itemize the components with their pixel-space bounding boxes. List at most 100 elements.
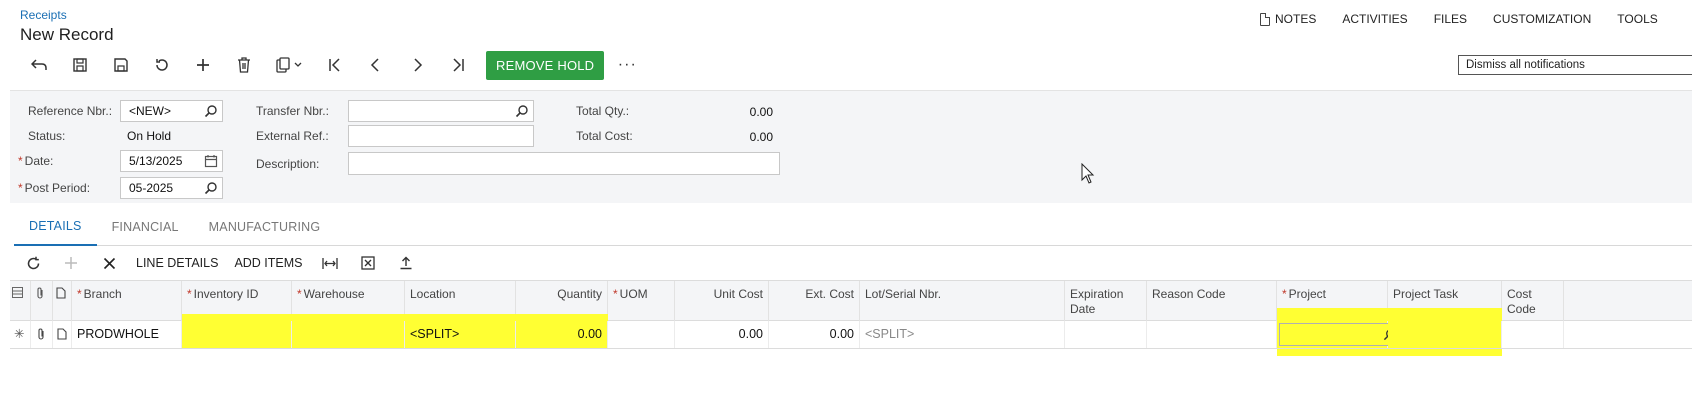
refresh-icon[interactable] <box>14 249 52 277</box>
required-mark: * <box>18 181 23 195</box>
grid-toolbar: LINE DETAILS ADD ITEMS <box>14 249 425 277</box>
description-label: Description: <box>256 157 320 171</box>
total-qty-label: Total Qty.: <box>576 104 630 118</box>
remove-hold-button[interactable]: REMOVE HOLD <box>486 50 605 80</box>
new-row-icon: ✳ <box>10 321 31 348</box>
copy-paste-icon[interactable] <box>264 50 314 80</box>
mouse-pointer-icon <box>1081 163 1095 184</box>
cell-inventory-id[interactable] <box>182 321 292 348</box>
reference-nbr-field[interactable]: <NEW> <box>120 100 223 122</box>
next-record-icon[interactable] <box>396 50 437 80</box>
cell-expiration-date[interactable] <box>1065 321 1147 348</box>
col-ext-cost[interactable]: Ext. Cost <box>769 281 860 321</box>
delete-icon[interactable] <box>223 50 264 80</box>
status-value: On Hold <box>127 129 172 143</box>
search-icon[interactable] <box>204 181 218 195</box>
required-mark: * <box>18 154 23 168</box>
cancel-icon[interactable] <box>141 50 182 80</box>
transfer-nbr-label: Transfer Nbr.: <box>256 104 329 118</box>
save-icon[interactable] <box>100 50 141 80</box>
note-header-icon <box>53 281 72 321</box>
cell-branch[interactable]: PRODWHOLE <box>72 321 182 348</box>
files-menu-item[interactable]: FILES <box>1434 12 1467 26</box>
last-record-icon[interactable] <box>437 50 478 80</box>
add-items-button[interactable]: ADD ITEMS <box>226 249 310 277</box>
summary-form: Reference Nbr.: <NEW> Status: On Hold * D… <box>10 90 1692 203</box>
add-row-icon[interactable] <box>52 249 90 277</box>
fit-columns-icon[interactable] <box>311 249 349 277</box>
detail-tabs: DETAILS FINANCIAL MANUFACTURING <box>14 208 1692 246</box>
cell-warehouse[interactable] <box>292 321 405 348</box>
search-icon[interactable] <box>204 104 218 118</box>
col-lot-serial-nbr[interactable]: Lot/Serial Nbr. <box>860 281 1065 321</box>
highlight-band <box>1277 349 1502 356</box>
more-actions-button[interactable]: ··· <box>614 50 640 80</box>
col-branch[interactable]: * Branch <box>72 281 182 321</box>
main-toolbar: REMOVE HOLD ··· <box>18 50 640 80</box>
attachment-icon[interactable] <box>31 321 53 348</box>
post-period-label: * Post Period: <box>18 181 90 195</box>
col-inventory-id-label: Inventory ID <box>193 287 259 301</box>
status-label: Status: <box>28 129 66 143</box>
cell-uom[interactable] <box>608 321 675 348</box>
required-mark: * <box>613 287 618 301</box>
cell-lot-serial-nbr[interactable]: <SPLIT> <box>860 321 1065 348</box>
cell-reason-code[interactable] <box>1147 321 1277 348</box>
upload-icon[interactable] <box>387 249 425 277</box>
external-ref-field[interactable] <box>348 125 534 147</box>
tab-financial[interactable]: FINANCIAL <box>97 208 194 246</box>
total-cost-label: Total Cost: <box>576 129 633 143</box>
description-field[interactable] <box>348 152 780 175</box>
date-field[interactable]: 5/13/2025 <box>120 150 223 172</box>
tab-details[interactable]: DETAILS <box>14 208 97 246</box>
notes-label: NOTES <box>1275 12 1317 26</box>
project-input[interactable] <box>1279 323 1401 346</box>
required-mark: * <box>1282 287 1287 301</box>
cell-project-task[interactable] <box>1388 321 1502 348</box>
previous-record-icon[interactable] <box>355 50 396 80</box>
post-period-value: 05-2025 <box>129 181 174 195</box>
col-uom[interactable]: * UOM <box>608 281 675 321</box>
tools-menu-item[interactable]: TOOLS <box>1617 12 1657 26</box>
customization-menu-item[interactable]: CUSTOMIZATION <box>1493 12 1591 26</box>
col-unit-cost[interactable]: Unit Cost <box>675 281 769 321</box>
calendar-icon[interactable] <box>204 154 218 168</box>
required-mark: * <box>187 287 192 301</box>
cell-cost-code[interactable] <box>1502 321 1564 348</box>
notes-menu-item[interactable]: NOTES <box>1260 12 1316 26</box>
cell-location[interactable]: <SPLIT> <box>405 321 516 348</box>
cell-quantity[interactable]: 0.00 <box>516 321 608 348</box>
page-title: New Record <box>20 25 114 44</box>
row-selector-icon[interactable] <box>10 281 31 321</box>
search-icon[interactable] <box>515 104 529 118</box>
transfer-nbr-field[interactable] <box>348 100 534 122</box>
cell-ext-cost[interactable]: 0.00 <box>769 321 860 348</box>
col-expiration-date[interactable]: Expiration Date <box>1065 281 1147 321</box>
tab-manufacturing[interactable]: MANUFACTURING <box>194 208 336 246</box>
cell-project[interactable] <box>1277 321 1401 348</box>
breadcrumb-receipts[interactable]: Receipts <box>20 8 67 22</box>
cell-unit-cost[interactable]: 0.00 <box>675 321 769 348</box>
col-cost-code[interactable]: Cost Code <box>1502 281 1564 321</box>
required-mark: * <box>297 287 302 301</box>
table-row[interactable]: ✳ PRODWHOLE <SPLIT> 0.00 0.00 0.00 <SPLI… <box>10 321 1692 349</box>
first-record-icon[interactable] <box>314 50 355 80</box>
post-period-label-text: Post Period: <box>24 181 91 195</box>
col-reason-code[interactable]: Reason Code <box>1147 281 1277 321</box>
note-icon[interactable] <box>53 321 72 348</box>
post-period-field[interactable]: 05-2025 <box>120 177 223 199</box>
dismiss-notifications-button[interactable]: Dismiss all notifications <box>1458 55 1692 75</box>
add-icon[interactable] <box>182 50 223 80</box>
total-qty-value: 0.00 <box>749 105 773 119</box>
col-uom-label: UOM <box>619 287 648 301</box>
date-value: 5/13/2025 <box>129 154 183 168</box>
col-project-label: Project <box>1288 287 1327 301</box>
highlight-band <box>1277 308 1502 322</box>
save-close-icon[interactable] <box>59 50 100 80</box>
date-label-text: Date: <box>24 154 54 168</box>
undo-icon[interactable] <box>18 50 59 80</box>
delete-row-icon[interactable] <box>90 249 128 277</box>
line-details-button[interactable]: LINE DETAILS <box>128 249 226 277</box>
export-excel-icon[interactable] <box>349 249 387 277</box>
activities-menu-item[interactable]: ACTIVITIES <box>1342 12 1407 26</box>
